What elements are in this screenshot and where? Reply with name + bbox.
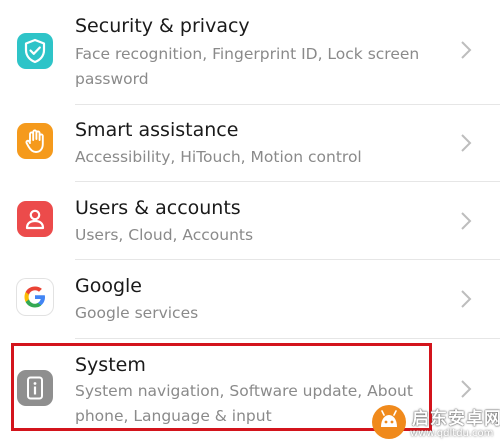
chevron-right-icon (460, 133, 472, 157)
chevron-right-icon (460, 211, 472, 235)
settings-item-title: System (75, 354, 146, 376)
chevron-right-icon (460, 40, 472, 64)
chevron-right-icon (460, 379, 472, 403)
settings-item-smart-assistance[interactable]: Smart assistance Accessibility, HiTouch,… (0, 105, 500, 181)
settings-item-subtitle: Google services (75, 304, 199, 322)
settings-item-title: Smart assistance (75, 119, 239, 141)
chevron-right-icon (460, 289, 472, 313)
settings-item-google[interactable]: Google Google services (0, 260, 500, 338)
settings-item-security-privacy[interactable]: Security & privacy Face recognition, Fin… (0, 0, 500, 104)
settings-item-title: Google (75, 275, 143, 297)
settings-item-users-accounts[interactable]: Users & accounts Users, Cloud, Accounts (0, 182, 500, 259)
user-icon (17, 201, 53, 237)
watermark-title: 启东安卓网 (412, 409, 500, 429)
google-icon (17, 279, 53, 315)
watermark-logo-icon (372, 405, 406, 439)
settings-item-subtitle: Users, Cloud, Accounts (75, 226, 254, 244)
settings-item-title: Users & accounts (75, 197, 241, 219)
watermark: 启东安卓网 www.qdltdu.com (372, 404, 500, 442)
shield-check-icon (17, 33, 53, 69)
system-info-icon (17, 370, 53, 406)
settings-item-subtitle: Accessibility, HiTouch, Motion control (75, 148, 362, 166)
settings-item-subtitle: Face recognition, Fingerprint ID, Lock s… (75, 45, 420, 88)
hand-icon (17, 123, 53, 159)
settings-item-title: Security & privacy (75, 15, 250, 37)
watermark-url: www.qdltdu.com (410, 428, 494, 439)
